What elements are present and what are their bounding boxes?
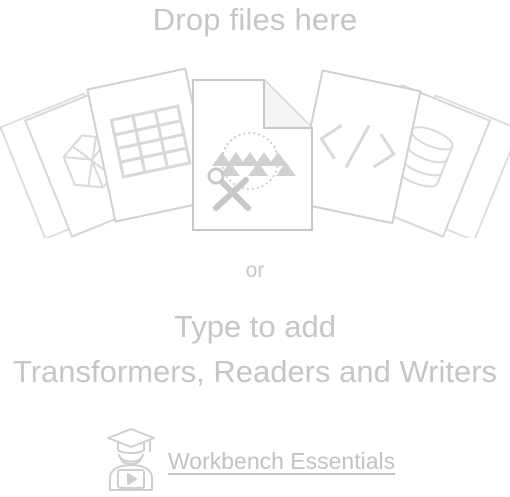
workbench-essentials-link[interactable]: Workbench Essentials bbox=[168, 444, 395, 475]
file-types-illustration bbox=[0, 67, 510, 238]
drop-files-title: Drop files here bbox=[152, 2, 358, 37]
type-to-add-line: Type to add bbox=[173, 309, 336, 344]
workbench-essentials-block[interactable]: Workbench Essentials bbox=[104, 426, 395, 492]
fme-workspace-page bbox=[192, 79, 313, 231]
or-separator: or bbox=[245, 259, 265, 282]
graduate-video-icon bbox=[107, 428, 155, 491]
transformers-readers-writers-line: Transformers, Readers and Writers bbox=[12, 354, 498, 389]
